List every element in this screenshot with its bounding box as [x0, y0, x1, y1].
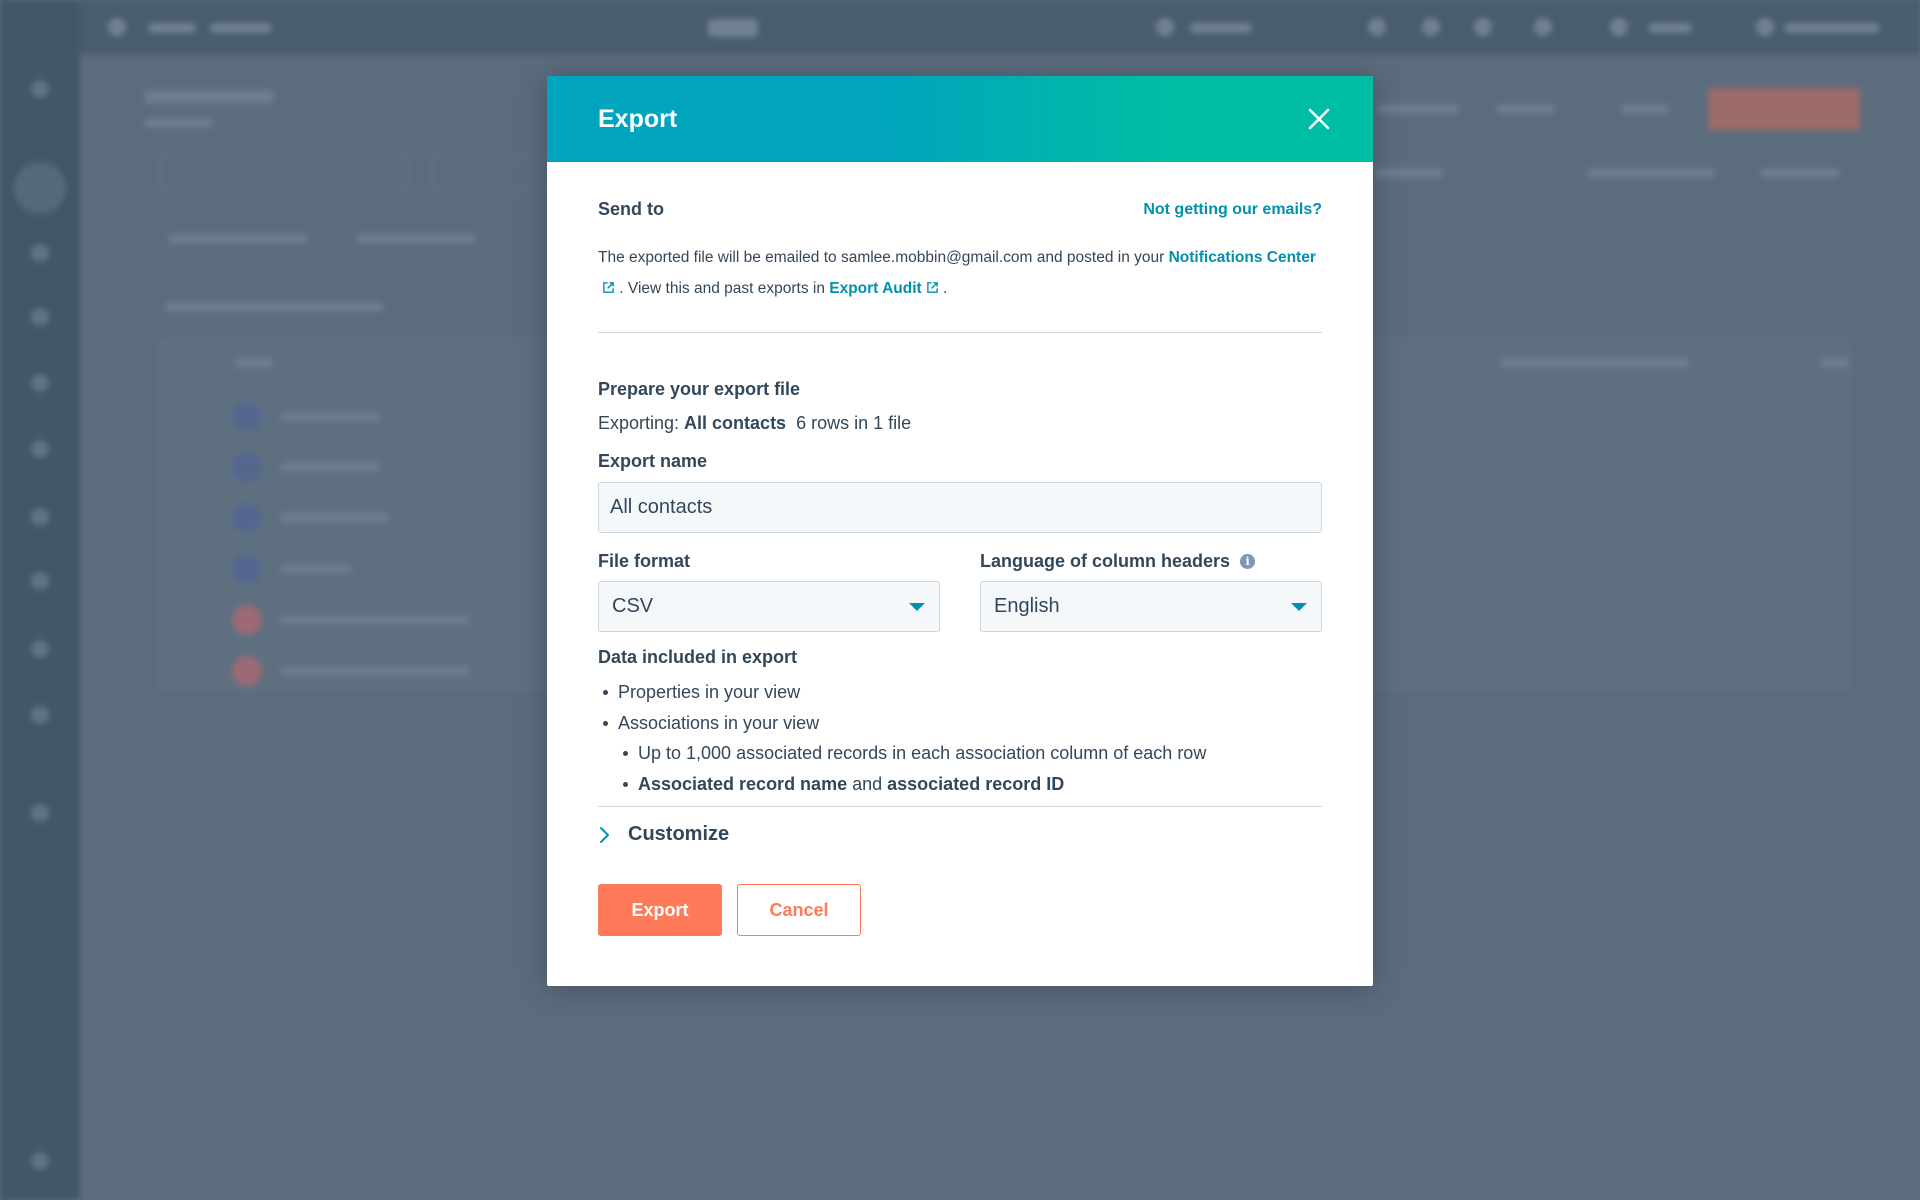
exporting-label: Exporting:: [598, 413, 685, 433]
section-divider: [598, 332, 1322, 333]
background-sidebar: [0, 0, 80, 1200]
send-desc-text-1: The exported file will be emailed to sam…: [598, 249, 1169, 266]
list-item: Up to 1,000 associated records in each a…: [598, 738, 1322, 769]
customize-toggle[interactable]: Customize: [598, 823, 1322, 846]
list-item: Properties in your view: [598, 677, 1322, 708]
export-name-input[interactable]: [598, 482, 1322, 533]
language-value: English: [994, 595, 1060, 617]
caret-down-icon: [1291, 602, 1307, 611]
send-desc-text-3: .: [938, 280, 948, 297]
customize-label: Customize: [628, 823, 730, 845]
cancel-button[interactable]: Cancel: [737, 884, 861, 936]
language-select[interactable]: English: [980, 581, 1322, 632]
close-icon: [1308, 108, 1330, 130]
info-icon[interactable]: i: [1240, 554, 1256, 569]
file-format-label: File format: [598, 551, 691, 571]
modal-header: Export: [547, 76, 1373, 162]
notifications-center-label: Notifications Center: [1168, 249, 1316, 266]
section-divider: [598, 806, 1322, 807]
language-label: Language of column headers: [980, 551, 1231, 571]
associated-record-name-text: Associated record name: [638, 773, 848, 794]
modal-actions: Export Cancel: [598, 884, 1322, 936]
and-text: and: [847, 773, 888, 794]
send-desc-text-2: . View this and past exports in: [615, 280, 830, 297]
exporting-summary: Exporting: All contacts 6 rows in 1 file: [598, 413, 1322, 434]
list-item: Associated record name and associated re…: [598, 769, 1322, 800]
file-format-select[interactable]: CSV: [598, 581, 940, 632]
background-topbar: [0, 0, 1920, 55]
data-included-title: Data included in export: [598, 647, 798, 667]
export-audit-label: Export Audit: [829, 280, 922, 297]
list-item: Associations in your view: [598, 708, 1322, 739]
modal-title: Export: [598, 104, 678, 133]
exporting-row-count: 6 rows in 1 file: [796, 413, 912, 433]
data-included-list: Properties in your view Associations in …: [598, 677, 1322, 799]
file-format-value: CSV: [612, 595, 654, 617]
not-getting-emails-link[interactable]: Not getting our emails?: [1143, 201, 1322, 219]
caret-down-icon: [909, 602, 925, 611]
exporting-view-name: All contacts: [684, 413, 787, 433]
language-column: Language of column headers i English: [980, 551, 1322, 632]
format-language-row: File format CSV Language of column heade…: [598, 551, 1322, 632]
send-to-label: Send to: [598, 199, 664, 219]
export-button[interactable]: Export: [598, 884, 722, 936]
export-modal: Export Send to Not getting our emails? T…: [547, 76, 1373, 986]
prepare-export-title: Prepare your export file: [598, 379, 801, 399]
external-link-icon: [603, 282, 614, 293]
export-name-label: Export name: [598, 451, 708, 471]
modal-body: Send to Not getting our emails? The expo…: [547, 199, 1373, 936]
chevron-right-icon: [600, 826, 609, 843]
language-label-row: Language of column headers i: [980, 551, 1322, 572]
close-button[interactable]: [1305, 105, 1333, 133]
file-format-column: File format CSV: [598, 551, 940, 632]
external-link-icon: [926, 282, 938, 293]
associated-record-id-text: associated record ID: [887, 773, 1065, 794]
send-to-description: The exported file will be emailed to sam…: [598, 242, 1322, 304]
send-to-row: Send to Not getting our emails?: [598, 199, 1322, 220]
export-audit-link[interactable]: Export Audit: [829, 280, 938, 297]
